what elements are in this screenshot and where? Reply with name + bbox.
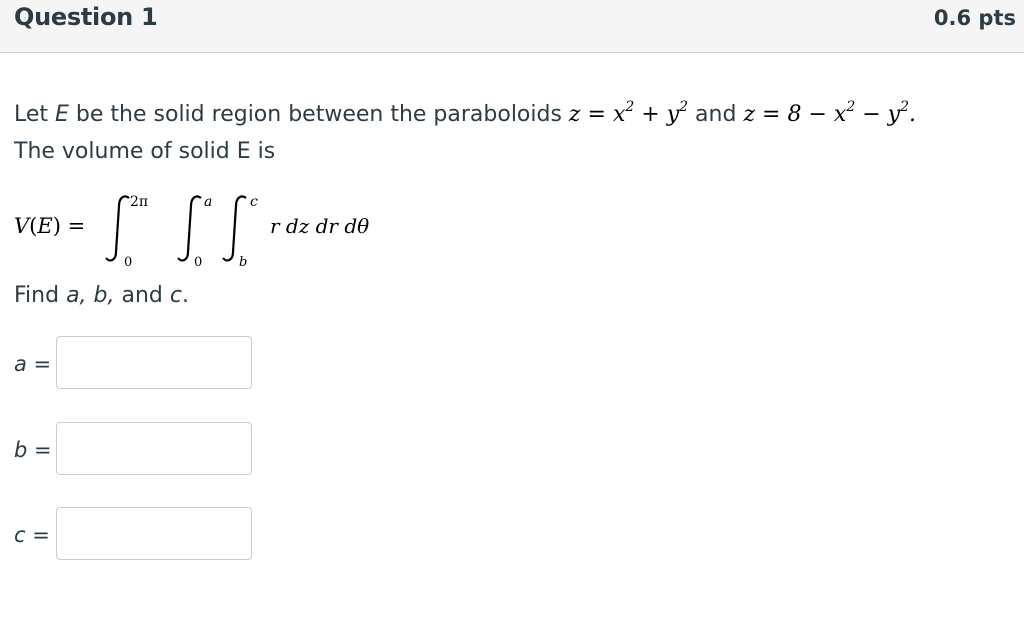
integral-inner-upper: c bbox=[250, 194, 258, 210]
integral-sign-inner bbox=[222, 195, 247, 262]
integral-middle-upper: a bbox=[204, 194, 212, 210]
var-E: E bbox=[55, 102, 69, 127]
find-instruction: Find a, b, and c. bbox=[14, 283, 190, 308]
answer-label-a: a = bbox=[14, 352, 52, 376]
question-header: Question 1 0.6 pts bbox=[0, 0, 1024, 53]
integral-sign-outer bbox=[105, 195, 130, 262]
answer-input-b[interactable] bbox=[56, 422, 252, 475]
equation-paraboloid-1: z = x2 + y2 bbox=[568, 99, 689, 127]
text-region: be the solid region between the parabolo… bbox=[68, 102, 569, 127]
answer-label-c: c = bbox=[14, 523, 50, 547]
question-text-line1: Let E be the solid region between the pa… bbox=[14, 99, 916, 127]
equation-paraboloid-2: z = 8 − x2 − y2. bbox=[743, 99, 917, 127]
integral-outer-lower: 0 bbox=[124, 255, 132, 270]
integral-middle-lower: 0 bbox=[194, 255, 202, 270]
integral-lhs: V(E) = bbox=[14, 214, 85, 238]
question-text-line2: The volume of solid E is bbox=[14, 139, 276, 164]
answer-label-b: b = bbox=[14, 438, 52, 462]
triple-integral-expression: V(E) = 2π 0 a 0 c b r dz dr dθ bbox=[14, 194, 369, 270]
text-and: and bbox=[688, 102, 744, 127]
answer-input-a[interactable] bbox=[56, 336, 252, 389]
integrand: r dz dr dθ bbox=[270, 214, 369, 238]
integral-outer-upper: 2π bbox=[130, 194, 148, 210]
text-let: Let bbox=[14, 102, 56, 127]
integral-sign-middle bbox=[177, 195, 202, 262]
answer-input-c[interactable] bbox=[56, 507, 252, 560]
question-title: Question 1 bbox=[14, 3, 158, 31]
integral-inner-lower: b bbox=[239, 255, 247, 270]
question-points: 0.6 pts bbox=[933, 6, 1016, 30]
